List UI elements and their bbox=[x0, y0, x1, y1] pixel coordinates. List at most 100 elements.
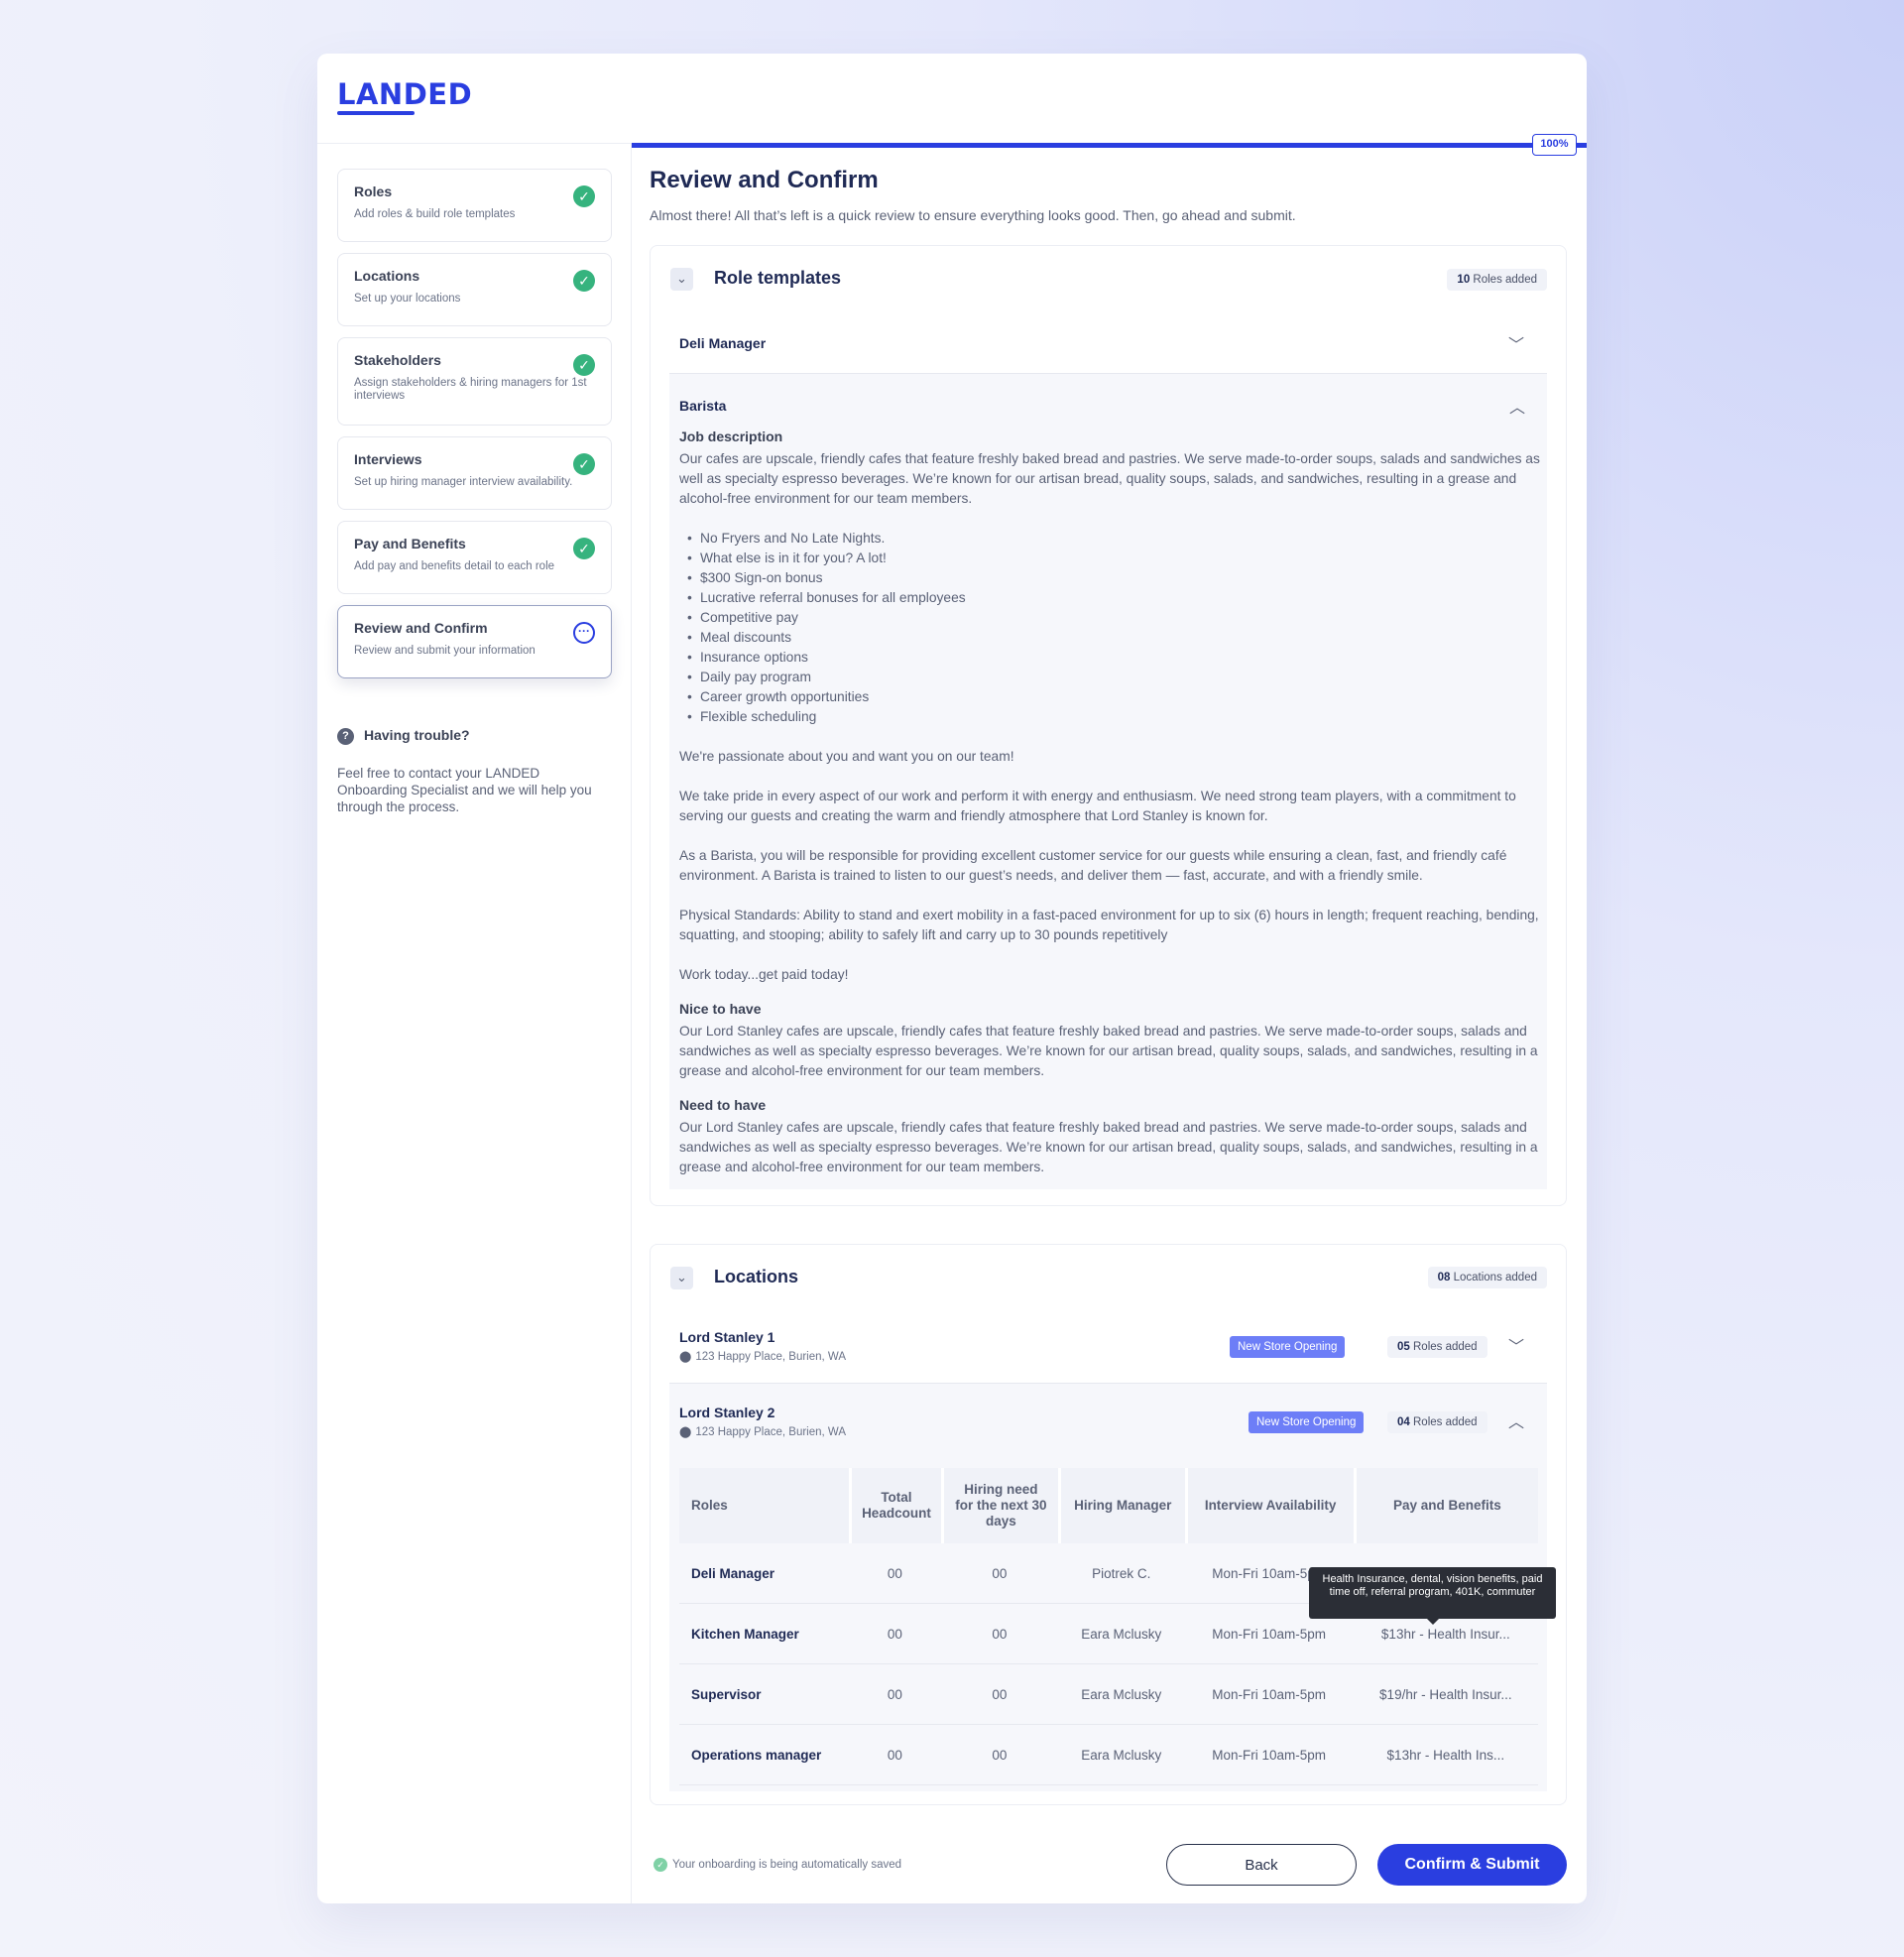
col-header-roles: Roles bbox=[679, 1468, 850, 1543]
badge-count: 04 bbox=[1397, 1416, 1410, 1428]
check-circle-icon: ✓ bbox=[573, 354, 595, 376]
role-title-deli-manager[interactable]: Deli Manager bbox=[679, 335, 766, 351]
step-stakeholders[interactable]: Stakeholders Assign stakeholders & hirin… bbox=[337, 337, 612, 426]
having-trouble-heading: ? Having trouble? bbox=[337, 727, 470, 745]
confirm-submit-button[interactable]: Confirm & Submit bbox=[1377, 1844, 1567, 1886]
cell-hiring-manager: Eara Mclusky bbox=[1057, 1664, 1185, 1725]
step-subtitle: Add pay and benefits detail to each role bbox=[354, 560, 555, 572]
step-title: Roles bbox=[354, 183, 393, 199]
step-title: Stakeholders bbox=[354, 352, 441, 368]
location-name[interactable]: Lord Stanley 2 bbox=[679, 1405, 774, 1420]
cell-role: Supervisor bbox=[679, 1664, 850, 1725]
cell-hiring-need: 00 bbox=[940, 1604, 1058, 1664]
map-pin-icon: ⬤ bbox=[679, 1351, 692, 1363]
step-title: Locations bbox=[354, 268, 420, 284]
step-interviews[interactable]: Interviews Set up hiring manager intervi… bbox=[337, 436, 612, 510]
badge-count: 10 bbox=[1457, 274, 1471, 286]
page-title: Review and Confirm bbox=[650, 167, 879, 193]
list-item: Insurance options bbox=[687, 648, 1542, 668]
cell-headcount: 00 bbox=[849, 1604, 941, 1664]
cell-headcount: 00 bbox=[849, 1543, 941, 1604]
table-row: Supervisor 00 00 Eara Mclusky Mon-Fri 10… bbox=[679, 1664, 1538, 1725]
map-pin-icon: ⬤ bbox=[679, 1426, 692, 1438]
cell-role: Kitchen Manager bbox=[679, 1604, 850, 1664]
step-title: Review and Confirm bbox=[354, 620, 488, 636]
step-subtitle: Set up hiring manager interview availabi… bbox=[354, 476, 573, 488]
col-header-interview-availability: Interview Availability bbox=[1184, 1468, 1354, 1543]
col-header-hiring-need: Hiring need for the next 30 days bbox=[940, 1468, 1058, 1543]
section-title: Role templates bbox=[714, 268, 842, 288]
job-description-intro: Our cafes are upscale, friendly cafes th… bbox=[679, 451, 1540, 506]
step-subtitle: Set up your locations bbox=[354, 293, 461, 305]
col-header-hiring-manager: Hiring Manager bbox=[1057, 1468, 1185, 1543]
step-roles[interactable]: Roles Add roles & build role templates ✓ bbox=[337, 169, 612, 242]
step-pay-and-benefits[interactable]: Pay and Benefits Add pay and benefits de… bbox=[337, 521, 612, 594]
col-header-total-headcount: Total Headcount bbox=[849, 1468, 941, 1543]
nice-to-have-heading: Nice to have bbox=[679, 1001, 762, 1017]
paragraph: Physical Standards: Ability to stand and… bbox=[679, 908, 1539, 942]
roles-added-badge: 05 Roles added bbox=[1387, 1336, 1488, 1358]
list-item: Career growth opportunities bbox=[687, 687, 1542, 707]
sidebar-divider bbox=[631, 144, 632, 1903]
collapse-toggle-icon[interactable]: ⌄ bbox=[670, 1267, 693, 1289]
cell-role: Operations manager bbox=[679, 1725, 850, 1785]
badge-count: 05 bbox=[1397, 1341, 1410, 1353]
step-title: Interviews bbox=[354, 451, 422, 467]
back-button[interactable]: Back bbox=[1166, 1844, 1357, 1886]
cell-hiring-need: 00 bbox=[940, 1725, 1058, 1785]
address-text: 123 Happy Place, Burien, WA bbox=[695, 1351, 847, 1363]
progress-bar bbox=[632, 143, 1587, 148]
list-item: Meal discounts bbox=[687, 628, 1542, 648]
step-locations[interactable]: Locations Set up your locations ✓ bbox=[337, 253, 612, 326]
cell-headcount: 00 bbox=[849, 1725, 941, 1785]
help-icon: ? bbox=[337, 727, 354, 745]
check-circle-icon: ✓ bbox=[654, 1858, 667, 1872]
paragraph: As a Barista, you will be responsible fo… bbox=[679, 848, 1507, 883]
step-review-and-confirm[interactable]: Review and Confirm Review and submit you… bbox=[337, 605, 612, 678]
cell-interview-availability: Mon-Fri 10am-5pm bbox=[1184, 1664, 1354, 1725]
chevron-up-icon[interactable]: ︿ bbox=[1508, 1408, 1524, 1432]
role-templates-section: ⌄ Role templates 10 Roles added Deli Man… bbox=[650, 245, 1567, 1206]
landed-logo[interactable]: LANDED bbox=[337, 77, 472, 111]
step-subtitle: Review and submit your information bbox=[354, 645, 536, 657]
badge-label: Roles added bbox=[1473, 274, 1537, 286]
list-item: Flexible scheduling bbox=[687, 707, 1542, 727]
cell-hiring-manager: Eara Mclusky bbox=[1057, 1604, 1185, 1664]
collapse-toggle-icon[interactable]: ⌄ bbox=[670, 268, 693, 291]
paragraph: Work today...get paid today! bbox=[679, 967, 849, 982]
barista-panel: Barista ︿ Job description Our cafes are … bbox=[669, 374, 1547, 1189]
step-subtitle: Assign stakeholders & hiring managers fo… bbox=[354, 377, 587, 402]
having-trouble-title: Having trouble? bbox=[364, 727, 470, 743]
role-title-barista[interactable]: Barista bbox=[679, 398, 726, 414]
list-item: What else is in it for you? A lot! bbox=[687, 549, 1542, 568]
list-item: Daily pay program bbox=[687, 668, 1542, 687]
cell-pay-and-benefits[interactable]: $13hr - Health Ins... bbox=[1353, 1725, 1538, 1785]
cell-hiring-manager: Piotrek C. bbox=[1057, 1543, 1185, 1604]
section-title: Locations bbox=[714, 1267, 799, 1286]
badge-label: Roles added bbox=[1413, 1341, 1478, 1353]
cell-interview-availability: Mon-Fri 10am-5pm bbox=[1184, 1725, 1354, 1785]
paragraph: We take pride in every aspect of our wor… bbox=[679, 789, 1516, 823]
nice-to-have-text: Our Lord Stanley cafes are upscale, frie… bbox=[679, 1024, 1538, 1078]
chevron-down-icon[interactable]: ﹀ bbox=[1508, 331, 1524, 355]
benefits-list: No Fryers and No Late Nights. What else … bbox=[679, 529, 1542, 727]
need-to-have-text: Our Lord Stanley cafes are upscale, frie… bbox=[679, 1120, 1538, 1174]
cell-pay-and-benefits[interactable]: $19/hr - Health Insur... bbox=[1353, 1664, 1538, 1725]
page-subtitle: Almost there! All that’s left is a quick… bbox=[650, 207, 1296, 223]
col-header-pay-and-benefits: Pay and Benefits bbox=[1353, 1468, 1538, 1543]
paragraph: We're passionate about you and want you … bbox=[679, 749, 1014, 764]
autosave-status: ✓ Your onboarding is being automatically … bbox=[654, 1858, 901, 1872]
chevron-down-icon[interactable]: ﹀ bbox=[1508, 1333, 1524, 1357]
roles-added-badge: 04 Roles added bbox=[1387, 1411, 1488, 1433]
cell-hiring-manager: Eara Mclusky bbox=[1057, 1725, 1185, 1785]
job-description: Job description Our cafes are upscale, f… bbox=[679, 427, 1542, 1177]
roles-added-badge: 10 Roles added bbox=[1447, 269, 1547, 291]
list-item: Competitive pay bbox=[687, 608, 1542, 628]
progress-fill bbox=[632, 143, 1587, 148]
location-name[interactable]: Lord Stanley 1 bbox=[679, 1329, 774, 1345]
cell-hiring-need: 00 bbox=[940, 1664, 1058, 1725]
location-roles-table: Roles Total Headcount Hiring need for th… bbox=[679, 1468, 1538, 1785]
chevron-up-icon[interactable]: ︿ bbox=[1509, 394, 1525, 418]
list-item: No Fryers and No Late Nights. bbox=[687, 529, 1542, 549]
step-subtitle: Add roles & build role templates bbox=[354, 208, 516, 220]
